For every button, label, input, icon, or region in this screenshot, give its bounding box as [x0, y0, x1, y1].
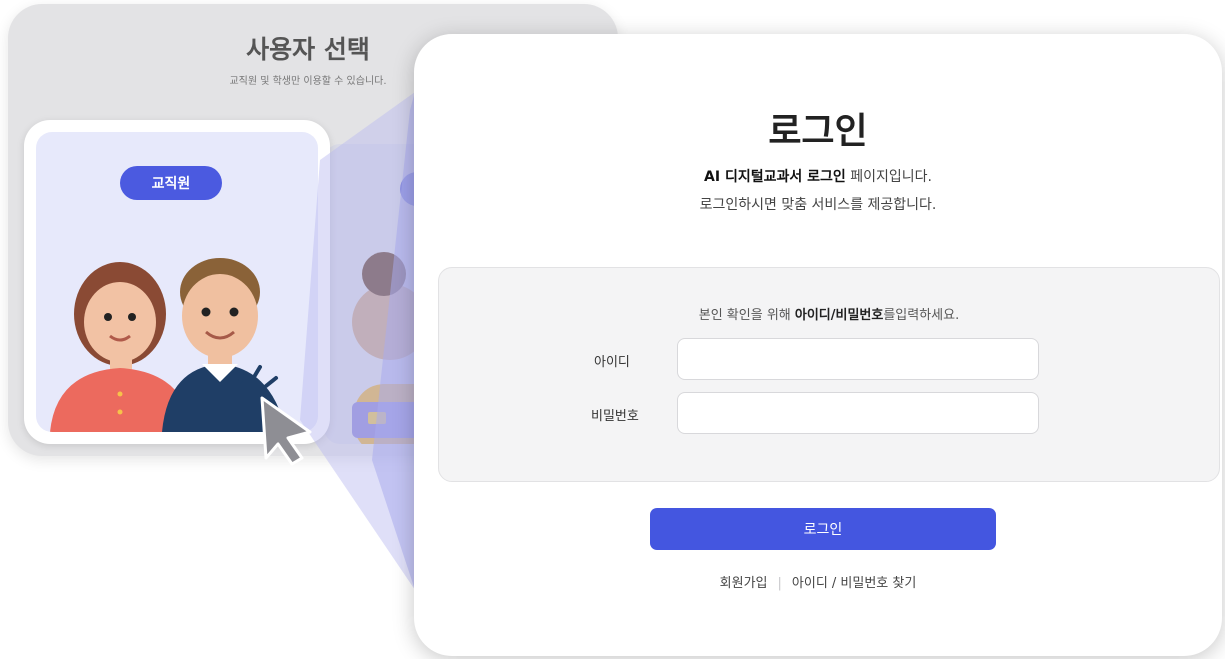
login-button[interactable]: 로그인	[650, 508, 996, 550]
login-description-line2: 로그인하시면 맞춤 서비스를 제공합니다.	[699, 197, 937, 213]
teacher-man-illustration	[162, 258, 286, 432]
auth-links: 회원가입 | 아이디 / 비밀번호 찾기	[414, 572, 1222, 591]
id-input[interactable]	[677, 338, 1039, 380]
find-account-link[interactable]: 아이디 / 비밀번호 찾기	[792, 576, 916, 591]
password-input[interactable]	[677, 392, 1039, 434]
signup-link[interactable]: 회원가입	[720, 576, 768, 591]
staff-role-pill[interactable]: 교직원	[120, 166, 222, 200]
id-label: 아이디	[594, 355, 630, 370]
login-form: 본인 확인을 위해 아이디/비밀번호를입력하세요. 아이디 비밀번호	[438, 267, 1220, 482]
login-description: AI 디지털교과서 로그인 페이지입니다.	[414, 166, 1222, 186]
login-description-bold: AI 디지털교과서 로그인	[704, 169, 846, 185]
login-description-rest: 페이지입니다.	[845, 169, 932, 185]
link-separator: |	[777, 576, 782, 591]
instruction-suffix: 를입력하세요.	[883, 308, 960, 323]
form-instruction: 본인 확인을 위해 아이디/비밀번호를입력하세요.	[439, 304, 1219, 323]
instruction-bold: 아이디/비밀번호	[794, 308, 884, 323]
login-modal: 로그인 AI 디지털교과서 로그인 페이지입니다. 로그인하시면 맞춤 서비스를…	[414, 34, 1222, 656]
password-label: 비밀번호	[591, 409, 639, 424]
login-title: 로그인	[768, 111, 868, 152]
instruction-prefix: 본인 확인을 위해	[698, 308, 795, 323]
